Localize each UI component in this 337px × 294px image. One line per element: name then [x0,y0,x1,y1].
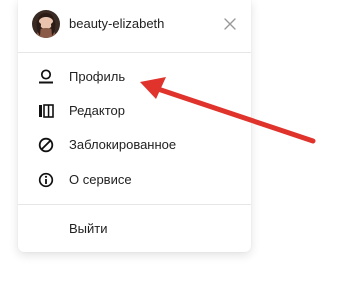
editor-icon [38,103,54,119]
menu-item-editor[interactable]: Редактор [18,94,251,128]
menu-item-about[interactable]: О сервисе [18,163,251,197]
user-header: beauty-elizabeth [18,0,251,50]
profile-icon [38,69,54,85]
username: beauty-elizabeth [69,16,165,31]
close-icon[interactable] [223,17,237,31]
menu-item-profile[interactable]: Профиль [18,60,251,94]
menu-item-blocked[interactable]: Заблокированное [18,128,251,162]
avatar-image [32,10,60,38]
menu-item-label: Редактор [69,103,125,118]
menu-item-label: Профиль [69,69,126,84]
avatar[interactable] [32,10,60,38]
account-menu: beauty-elizabeth Профиль Редактор Заблок… [18,0,251,252]
info-icon [38,172,54,188]
blocked-icon [38,137,54,153]
menu-item-label: Заблокированное [69,137,177,152]
menu-item-label: О сервисе [69,172,132,187]
divider [18,204,251,205]
logout-label: Выйти [69,221,108,236]
logout-button[interactable]: Выйти [18,212,251,246]
divider [18,52,251,53]
